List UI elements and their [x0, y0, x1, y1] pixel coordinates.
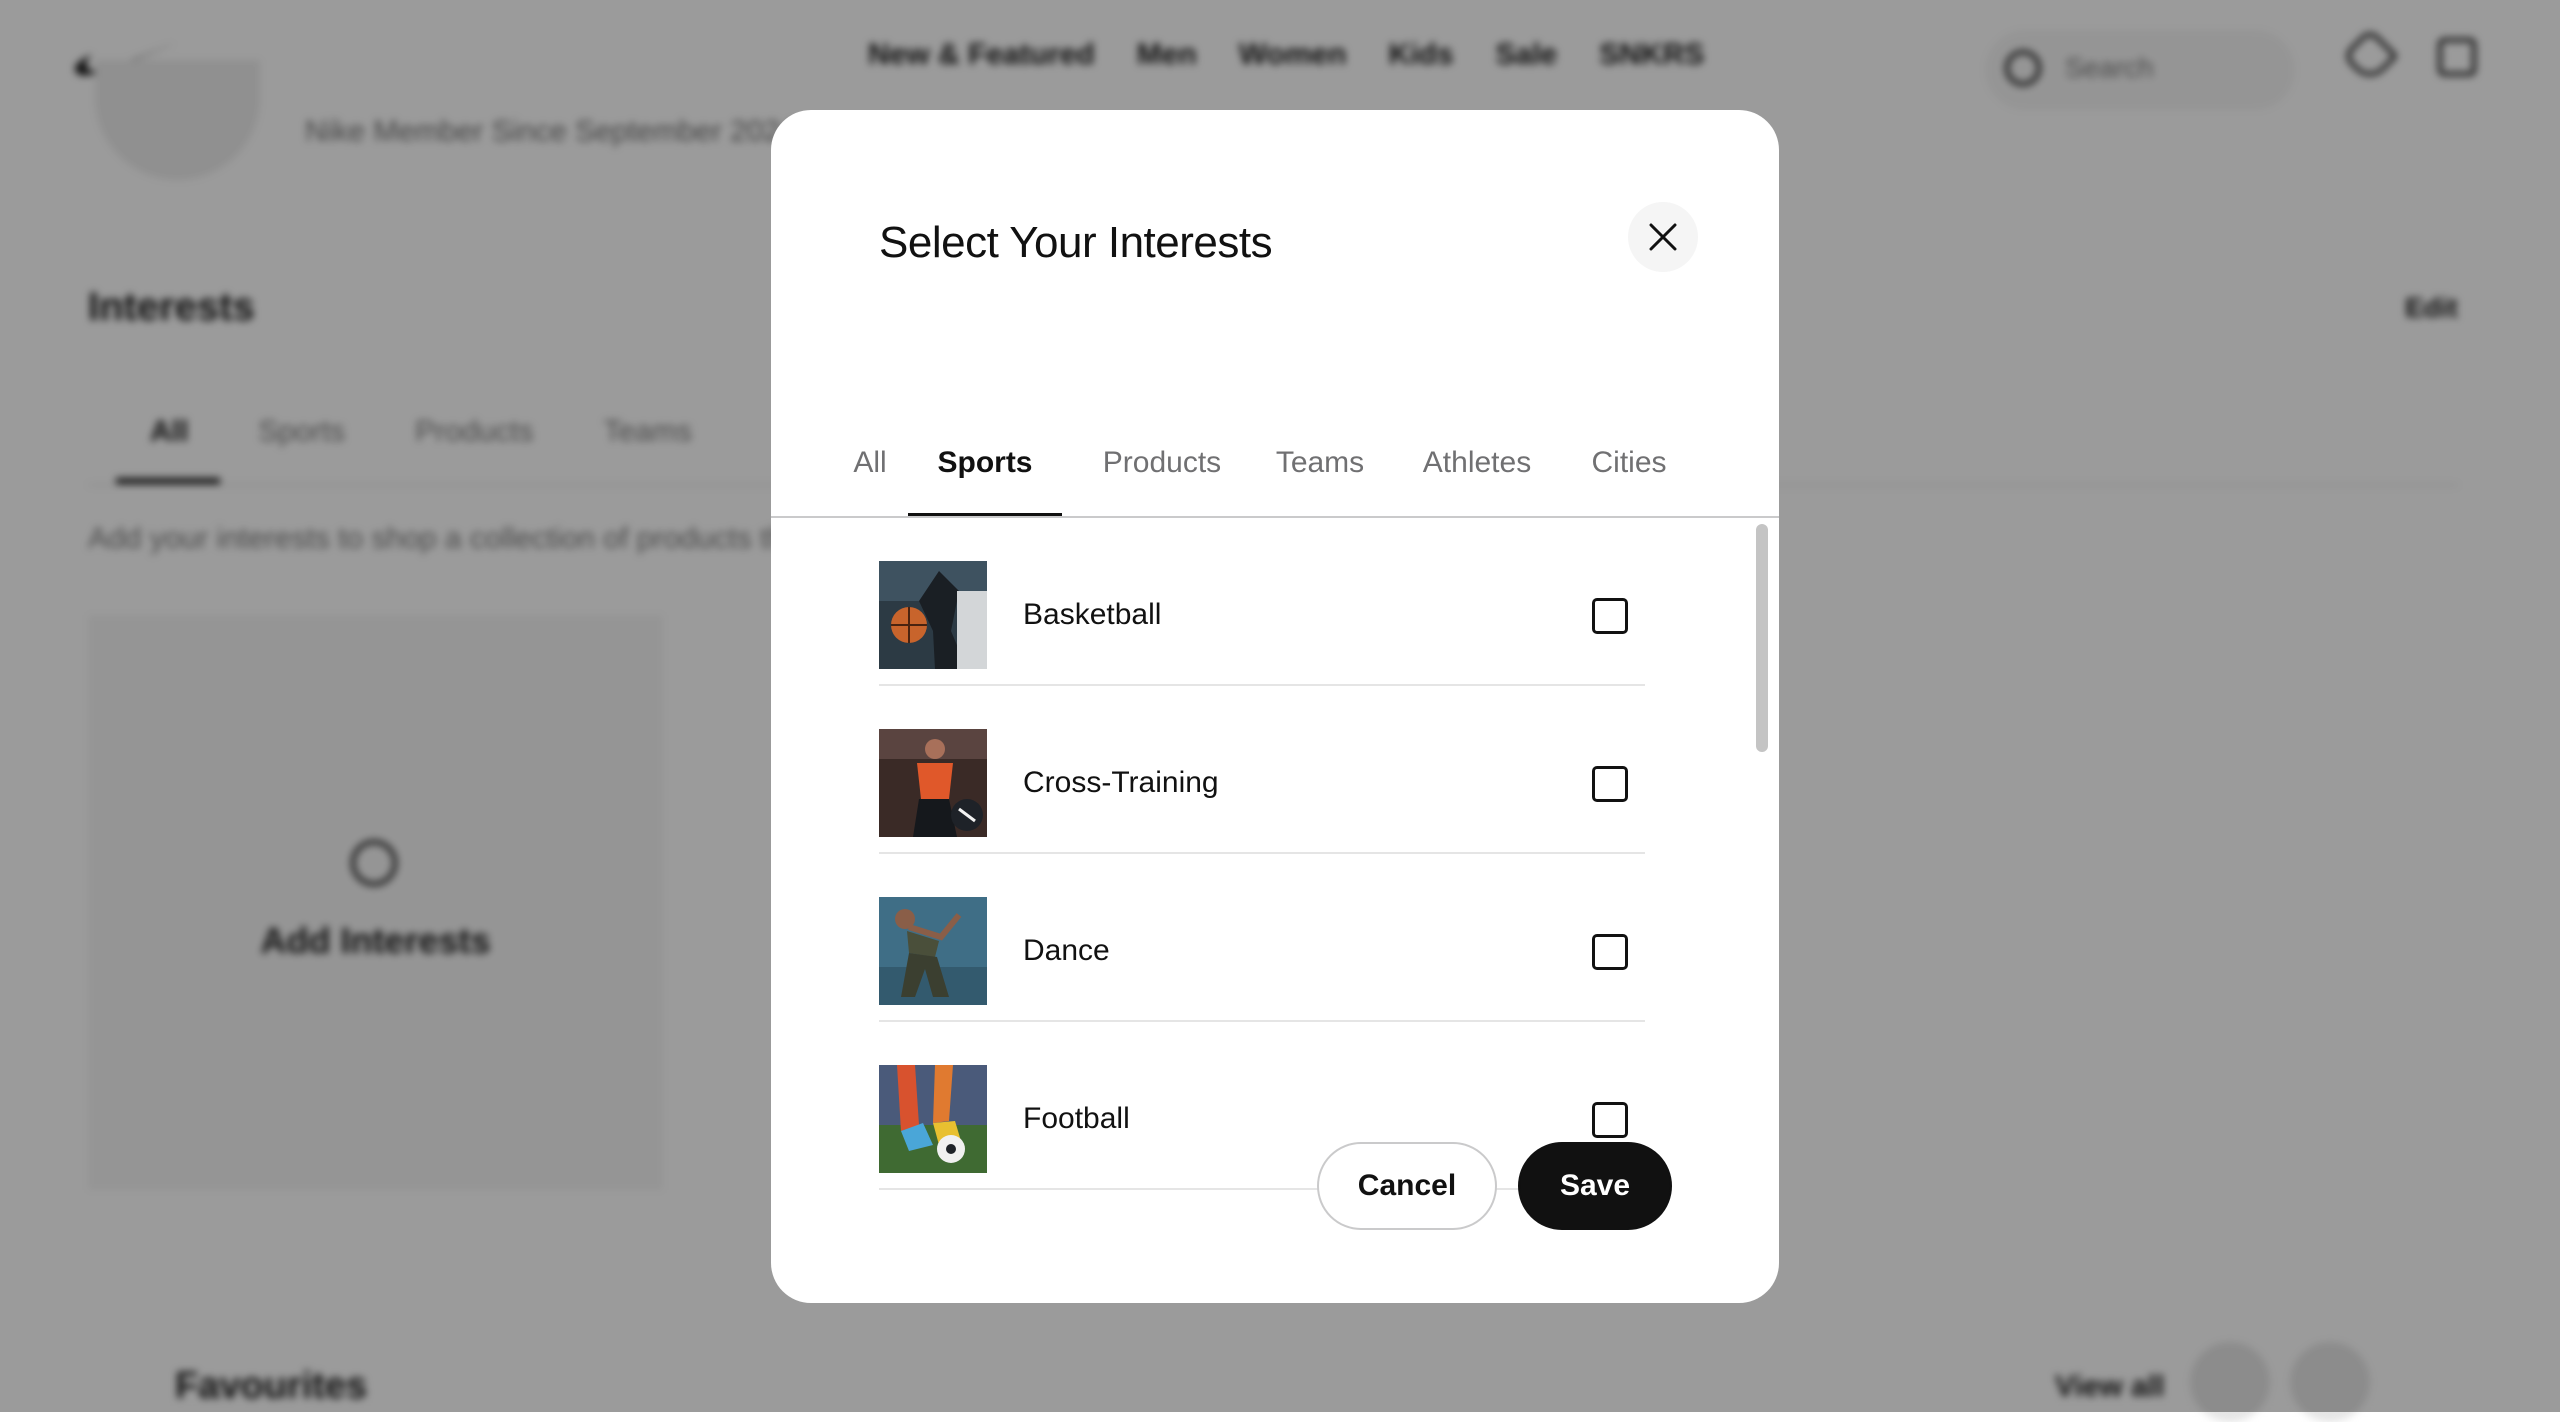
item-label: Dance [1023, 934, 1110, 967]
item-label: Football [1023, 1102, 1130, 1135]
item-label: Basketball [1023, 598, 1162, 631]
basketball-checkbox[interactable] [1592, 598, 1628, 634]
close-icon [1649, 223, 1677, 251]
tab-cities[interactable]: Cities [1577, 305, 1681, 517]
tab-all[interactable]: All [831, 305, 909, 517]
cancel-button[interactable]: Cancel [1317, 1142, 1497, 1230]
tab-label: Cities [1591, 446, 1667, 479]
scrollbar-thumb[interactable] [1756, 524, 1768, 752]
tab-label: Teams [1275, 446, 1365, 479]
select-interests-dialog: Select Your Interests All Sports Product… [771, 110, 1779, 1303]
football-checkbox[interactable] [1592, 1102, 1628, 1138]
dance-thumbnail [879, 897, 987, 1005]
tab-athletes[interactable]: Athletes [1405, 305, 1549, 517]
tab-products[interactable]: Products [1089, 305, 1235, 517]
tab-label: Athletes [1422, 446, 1532, 479]
tab-teams[interactable]: Teams [1263, 305, 1377, 517]
dance-checkbox[interactable] [1592, 934, 1628, 970]
cross-training-checkbox[interactable] [1592, 766, 1628, 802]
item-label: Cross-Training [1023, 766, 1219, 799]
tab-label: Sports [937, 446, 1033, 479]
football-thumbnail [879, 1065, 987, 1173]
save-button[interactable]: Save [1518, 1142, 1672, 1230]
interest-list: Basketball Cross-Training Dance Football [771, 518, 1779, 1208]
list-scrollbar[interactable] [1754, 522, 1770, 1208]
list-item[interactable]: Basketball [879, 518, 1645, 686]
list-item[interactable]: Cross-Training [879, 686, 1645, 854]
list-item[interactable]: Dance [879, 854, 1645, 1022]
basketball-thumbnail [879, 561, 987, 669]
tab-label: All [853, 446, 887, 479]
cross-training-thumbnail [879, 729, 987, 837]
interest-category-tabs: All Sports Products Teams Athletes Citie… [771, 305, 1779, 517]
dialog-title: Select Your Interests [879, 218, 1273, 267]
tab-label: Products [1102, 446, 1222, 479]
tab-sports[interactable]: Sports [908, 305, 1062, 517]
close-button[interactable] [1628, 202, 1698, 272]
